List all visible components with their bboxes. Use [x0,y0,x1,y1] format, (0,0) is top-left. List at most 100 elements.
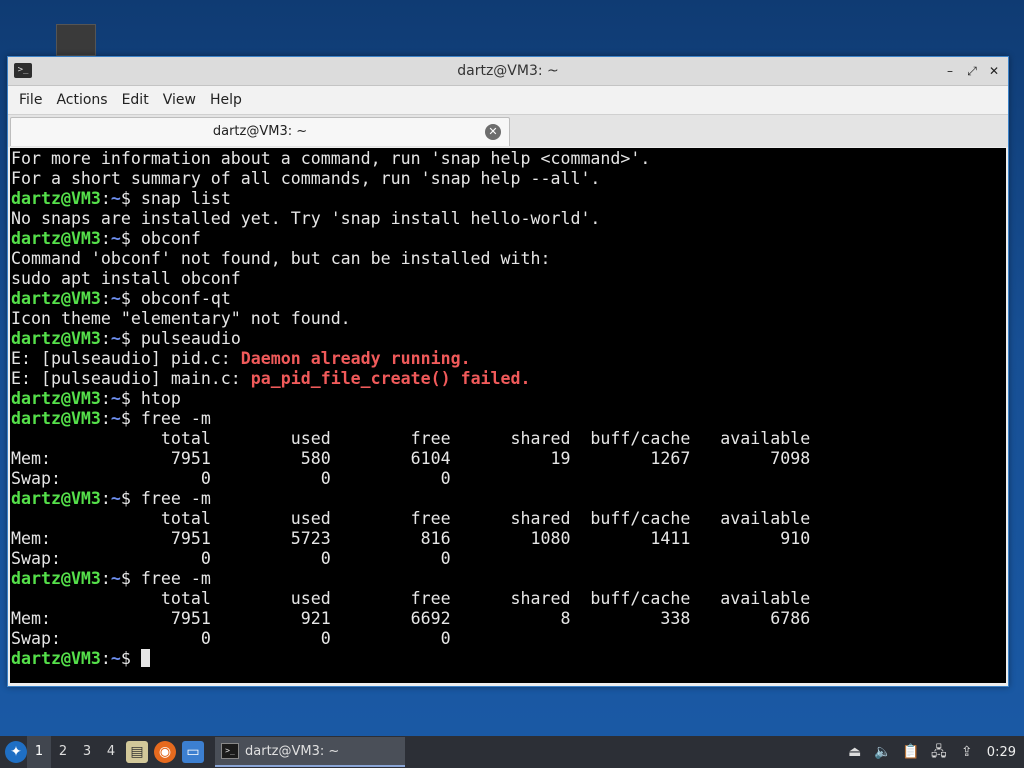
menu-actions[interactable]: Actions [49,86,114,114]
prompt-separator: : [100,289,111,308]
system-tray: ⏏ 🔈 📋 🖧 ⇪ 0:29 [841,736,1024,768]
menu-bar: File Actions Edit View Help [8,86,1008,114]
terminal-command-line: dartz@VM3:~$ obconf-qt [11,289,1006,309]
prompt-sigil: $ [120,649,131,668]
tab-label: dartz@VM3: ~ [212,124,308,139]
firefox-icon[interactable]: ◉ [154,741,176,763]
prompt-user: dartz@VM3 [11,649,101,668]
prompt-user: dartz@VM3 [11,409,101,428]
terminal-command-line: dartz@VM3:~$ free -m [11,409,1006,429]
terminal-task-icon: >_ [221,743,239,759]
terminal-error-line: E: [pulseaudio] main.c: pa_pid_file_crea… [11,369,1006,389]
error-prefix: E: [pulseaudio] pid.c: [11,349,241,368]
terminal-output-line: total used free shared buff/cache availa… [11,429,811,448]
terminal-output-line: No snaps are installed yet. Try 'snap in… [11,209,601,228]
prompt-path: ~ [110,569,121,588]
volume-icon[interactable]: 🔈 [873,742,893,762]
prompt-user: dartz@VM3 [11,329,101,348]
terminal-command-line: dartz@VM3:~$ snap list [11,189,1006,209]
terminal-command-line: dartz@VM3:~$ htop [11,389,1006,409]
terminal-output-line: Swap: 0 0 0 [11,549,451,568]
tab-close-icon[interactable]: ✕ [485,124,501,140]
terminal-output-line: sudo apt install obconf [11,269,241,288]
prompt-separator: : [100,489,111,508]
window-controls: – ⤢ ✕ [942,57,1002,85]
command-text: htop [130,389,181,408]
workspace-1[interactable]: 1 [27,736,51,768]
command-text: obconf-qt [130,289,231,308]
prompt-user: dartz@VM3 [11,189,101,208]
minimize-button[interactable]: – [942,63,958,79]
prompt-path: ~ [110,289,121,308]
command-text: obconf [130,229,201,248]
terminal-prompt-line: dartz@VM3:~$ [11,649,1006,669]
start-menu-icon[interactable]: ✦ [5,741,27,763]
clock[interactable]: 0:29 [987,745,1016,760]
eject-icon[interactable]: ⏏ [845,742,865,762]
menu-file[interactable]: File [12,86,49,114]
update-icon[interactable]: ⇪ [957,742,977,762]
command-text: snap list [130,189,231,208]
prompt-separator: : [100,409,111,428]
prompt-path: ~ [110,489,121,508]
terminal-command-line: dartz@VM3:~$ obconf [11,229,1006,249]
command-text: pulseaudio [130,329,241,348]
terminal-output-line: For more information about a command, ru… [11,149,651,168]
terminal-error-line: E: [pulseaudio] pid.c: Daemon already ru… [11,349,1006,369]
prompt-sigil: $ [120,489,131,508]
maximize-button[interactable]: ⤢ [964,63,980,79]
prompt-path: ~ [110,229,121,248]
close-button[interactable]: ✕ [986,63,1002,79]
terminal-output-line: Icon theme "elementary" not found. [11,309,351,328]
prompt-sigil: $ [120,289,131,308]
error-prefix: E: [pulseaudio] main.c: [11,369,251,388]
prompt-separator: : [100,649,111,668]
command-text [131,649,141,668]
prompt-sigil: $ [120,329,131,348]
workspace-3[interactable]: 3 [75,736,99,768]
prompt-user: dartz@VM3 [11,489,101,508]
workspace-2[interactable]: 2 [51,736,75,768]
error-message: Daemon already running. [240,349,471,368]
window-title: dartz@VM3: ~ [457,63,559,79]
desktop-icon[interactable]: ▭ [182,741,204,763]
prompt-sigil: $ [120,409,131,428]
file-manager-icon[interactable]: ▤ [126,741,148,763]
prompt-sigil: $ [120,389,131,408]
prompt-path: ~ [110,329,121,348]
terminal-output-line: Mem: 7951 580 6104 19 1267 7098 [11,449,811,468]
menu-edit[interactable]: Edit [115,86,156,114]
clipboard-icon[interactable]: 📋 [901,742,921,762]
terminal-output-line: For a short summary of all commands, run… [11,169,601,188]
tab-terminal[interactable]: dartz@VM3: ~ ✕ [10,117,510,146]
title-bar[interactable]: >_ dartz@VM3: ~ – ⤢ ✕ [8,57,1008,86]
terminal-command-line: dartz@VM3:~$ pulseaudio [11,329,1006,349]
terminal-window: >_ dartz@VM3: ~ – ⤢ ✕ File Actions Edit … [7,56,1009,687]
taskbar-task-terminal[interactable]: >_ dartz@VM3: ~ [215,737,405,767]
prompt-separator: : [100,329,111,348]
terminal-output-line: total used free shared buff/cache availa… [11,509,811,528]
tab-bar: dartz@VM3: ~ ✕ [8,114,1008,147]
terminal-output-line: Command 'obconf' not found, but can be i… [11,249,551,268]
prompt-path: ~ [110,409,121,428]
error-message: pa_pid_file_create() failed. [250,369,531,388]
prompt-sigil: $ [120,229,131,248]
menu-view[interactable]: View [156,86,203,114]
network-icon[interactable]: 🖧 [929,742,949,762]
prompt-user: dartz@VM3 [11,229,101,248]
desktop-item-icon[interactable] [56,24,96,56]
taskbar: ✦ 1 2 3 4 ▤ ◉ ▭ >_ dartz@VM3: ~ ⏏ 🔈 📋 🖧 … [0,736,1024,768]
prompt-user: dartz@VM3 [11,569,101,588]
terminal-command-line: dartz@VM3:~$ free -m [11,489,1006,509]
prompt-path: ~ [110,389,121,408]
terminal-command-line: dartz@VM3:~$ free -m [11,569,1006,589]
prompt-separator: : [100,189,111,208]
terminal-output[interactable]: For more information about a command, ru… [10,148,1006,683]
prompt-separator: : [100,569,111,588]
task-label: dartz@VM3: ~ [245,743,340,759]
command-text: free -m [130,569,211,588]
prompt-user: dartz@VM3 [11,389,101,408]
workspace-4[interactable]: 4 [99,736,123,768]
menu-help[interactable]: Help [203,86,249,114]
terminal-output-line: total used free shared buff/cache availa… [11,589,811,608]
